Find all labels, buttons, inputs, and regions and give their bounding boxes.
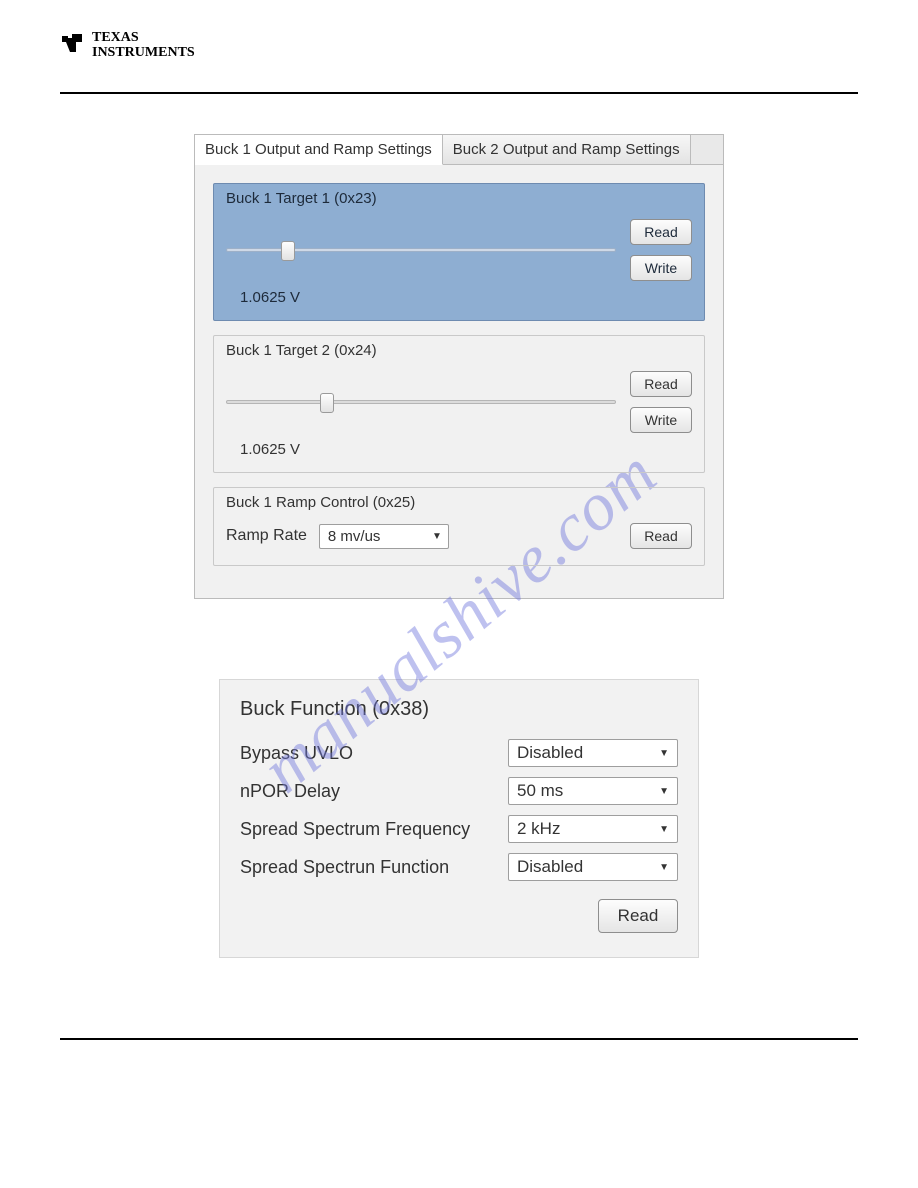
panel1-body: Buck 1 Target 1 (0x23) Read Write 1.0 — [195, 165, 723, 598]
buck1-target2-write-button[interactable]: Write — [630, 407, 692, 433]
ramp-rate-select[interactable]: 8 mv/us ▼ — [319, 524, 449, 549]
logo-text-line2: INSTRUMENTS — [92, 45, 195, 60]
buck1-target2-slider[interactable] — [226, 400, 616, 404]
buck1-target2-title: Buck 1 Target 2 (0x24) — [226, 342, 692, 359]
logo-mark-icon — [60, 30, 86, 62]
slider-thumb-icon[interactable] — [320, 393, 334, 413]
row-npor-delay: nPOR Delay 50 ms ▼ — [240, 777, 678, 805]
caret-down-icon: ▼ — [659, 786, 669, 797]
spread-spectrum-func-label: Spread Spectrun Function — [240, 857, 508, 878]
logo-text-line1: TEXAS — [92, 30, 139, 45]
caret-down-icon: ▼ — [659, 862, 669, 873]
tab-buck1-label: Buck 1 Output and Ramp Settings — [205, 141, 432, 158]
row-spread-spectrum-freq: Spread Spectrum Frequency 2 kHz ▼ — [240, 815, 678, 843]
spread-spectrum-func-select[interactable]: Disabled ▼ — [508, 853, 678, 881]
buck-output-ramp-panel: Buck 1 Output and Ramp Settings Buck 2 O… — [194, 134, 724, 599]
buck-function-title: Buck Function (0x38) — [240, 698, 678, 721]
ramp-rate-value: 8 mv/us — [328, 528, 381, 545]
top-rule — [60, 92, 858, 94]
bottom-rule — [60, 1038, 858, 1040]
spread-spectrum-freq-label: Spread Spectrum Frequency — [240, 819, 508, 840]
buck-function-panel: Buck Function (0x38) Bypass UVLO Disable… — [219, 679, 699, 958]
row-bypass-uvlo: Bypass UVLO Disabled ▼ — [240, 739, 678, 767]
buck1-target2-read-button[interactable]: Read — [630, 371, 692, 397]
tab-buck2[interactable]: Buck 2 Output and Ramp Settings — [443, 135, 691, 164]
caret-down-icon: ▼ — [432, 531, 442, 542]
bypass-uvlo-select[interactable]: Disabled ▼ — [508, 739, 678, 767]
logo-text: TEXAS INSTRUMENTS — [92, 31, 195, 60]
ramp-rate-label: Ramp Rate — [226, 527, 307, 545]
tab-buck1[interactable]: Buck 1 Output and Ramp Settings — [195, 135, 443, 165]
buck-function-read-button[interactable]: Read — [598, 899, 678, 933]
caret-down-icon: ▼ — [659, 748, 669, 759]
buck1-target1-write-button[interactable]: Write — [630, 255, 692, 281]
buck1-ramp-group: Buck 1 Ramp Control (0x25) Ramp Rate 8 m… — [213, 487, 705, 566]
slider-thumb-icon[interactable] — [281, 241, 295, 261]
tab-buck2-label: Buck 2 Output and Ramp Settings — [453, 141, 680, 158]
buck1-target2-value: 1.0625 V — [240, 441, 692, 458]
buck1-target1-read-button[interactable]: Read — [630, 219, 692, 245]
buck1-target1-slider[interactable] — [226, 248, 616, 252]
spread-spectrum-freq-select[interactable]: 2 kHz ▼ — [508, 815, 678, 843]
buck1-ramp-read-button[interactable]: Read — [630, 523, 692, 549]
buck1-target1-title: Buck 1 Target 1 (0x23) — [226, 190, 692, 207]
row-spread-spectrum-func: Spread Spectrun Function Disabled ▼ — [240, 853, 678, 881]
npor-delay-select[interactable]: 50 ms ▼ — [508, 777, 678, 805]
buck1-target1-value: 1.0625 V — [240, 289, 692, 306]
npor-delay-label: nPOR Delay — [240, 781, 508, 802]
tabstrip: Buck 1 Output and Ramp Settings Buck 2 O… — [195, 135, 723, 165]
ti-logo: TEXAS INSTRUMENTS — [60, 30, 858, 62]
buck1-ramp-title: Buck 1 Ramp Control (0x25) — [226, 494, 692, 511]
buck1-target2-group: Buck 1 Target 2 (0x24) Read Write 1.0 — [213, 335, 705, 473]
caret-down-icon: ▼ — [659, 824, 669, 835]
bypass-uvlo-label: Bypass UVLO — [240, 743, 508, 764]
buck1-target1-group: Buck 1 Target 1 (0x23) Read Write 1.0 — [213, 183, 705, 321]
